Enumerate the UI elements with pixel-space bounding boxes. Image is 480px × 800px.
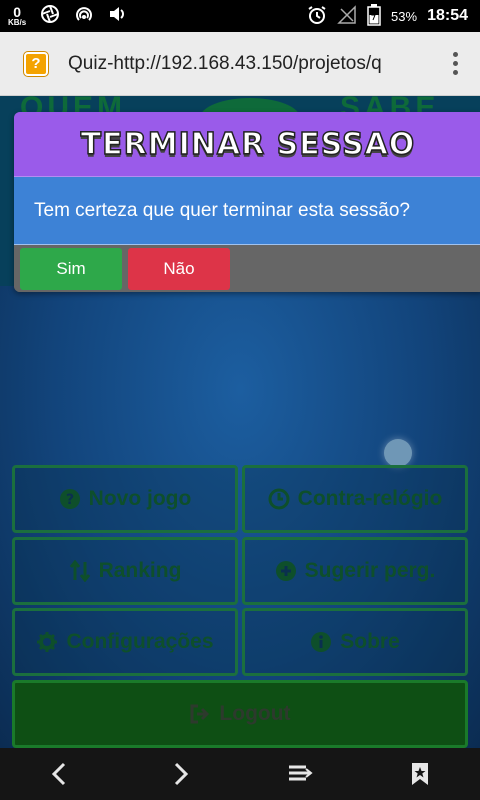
tabs-icon[interactable]: [270, 748, 330, 800]
gear-icon: [36, 631, 58, 653]
network-speed-value: 0: [13, 4, 22, 20]
status-bar: 0 KB/s 53% 18:54: [0, 0, 480, 32]
overflow-menu-icon[interactable]: [453, 52, 458, 75]
dialog-body: Tem certeza que quer terminar esta sessã…: [14, 176, 480, 244]
battery-percent: 53%: [391, 8, 418, 24]
confirm-yes-button[interactable]: Sim: [20, 247, 122, 290]
ranking-button[interactable]: Ranking: [12, 537, 238, 605]
aperture-icon: [40, 4, 60, 29]
dialog-footer: Sim Não: [14, 244, 480, 292]
about-button[interactable]: Sobre: [242, 608, 468, 676]
plus-circle-icon: [275, 560, 297, 582]
logout-icon: [189, 703, 211, 725]
forward-icon[interactable]: [150, 748, 210, 800]
settings-label: Configurações: [66, 630, 214, 653]
signal-icon: [337, 4, 357, 28]
back-icon[interactable]: [30, 748, 90, 800]
touch-indicator: [384, 439, 412, 467]
dialog-header: TERMINAR SESSAO: [14, 112, 480, 176]
logout-label: Logout: [219, 702, 291, 725]
settings-button[interactable]: Configurações: [12, 608, 238, 676]
timed-mode-label: Contra-relógio: [297, 487, 443, 510]
wifi-hotspot-icon: [74, 4, 94, 29]
dialog-title: TERMINAR SESSAO: [80, 126, 416, 163]
confirm-no-button[interactable]: Não: [128, 247, 230, 290]
page-title-url[interactable]: Quiz-http://192.168.43.150/projetos/q: [68, 53, 408, 75]
new-game-label: Novo jogo: [88, 487, 192, 510]
timed-mode-button[interactable]: Contra-relógio: [242, 465, 468, 533]
clock: 18:54: [427, 7, 468, 24]
logout-button[interactable]: Logout: [12, 680, 468, 748]
network-speed: 0 KB/s: [8, 5, 26, 27]
question-circle-icon: ?: [59, 488, 81, 510]
info-circle-icon: [310, 631, 332, 653]
network-speed-unit: KB/s: [8, 18, 27, 27]
end-session-dialog: TERMINAR SESSAO Tem certeza que quer ter…: [14, 112, 480, 292]
volume-icon: [108, 4, 128, 29]
browser-nav-bar: [0, 748, 480, 800]
battery-icon: [367, 3, 381, 29]
suggest-question-label: Sugerir perg.: [304, 559, 436, 582]
dialog-message: Tem certeza que quer terminar esta sessã…: [34, 199, 410, 221]
clock-icon: [268, 488, 290, 510]
svg-text:?: ?: [66, 492, 74, 508]
alarm-icon: [307, 5, 327, 28]
bookmark-icon[interactable]: [390, 748, 450, 800]
browser-title-bar: ? Quiz-http://192.168.43.150/projetos/q: [0, 32, 480, 96]
sort-arrows-icon: [69, 560, 91, 582]
about-label: Sobre: [340, 630, 400, 653]
suggest-question-button[interactable]: Sugerir perg.: [242, 537, 468, 605]
favicon-icon: ?: [24, 51, 48, 76]
ranking-label: Ranking: [98, 559, 182, 582]
new-game-button[interactable]: ? Novo jogo: [12, 465, 238, 533]
